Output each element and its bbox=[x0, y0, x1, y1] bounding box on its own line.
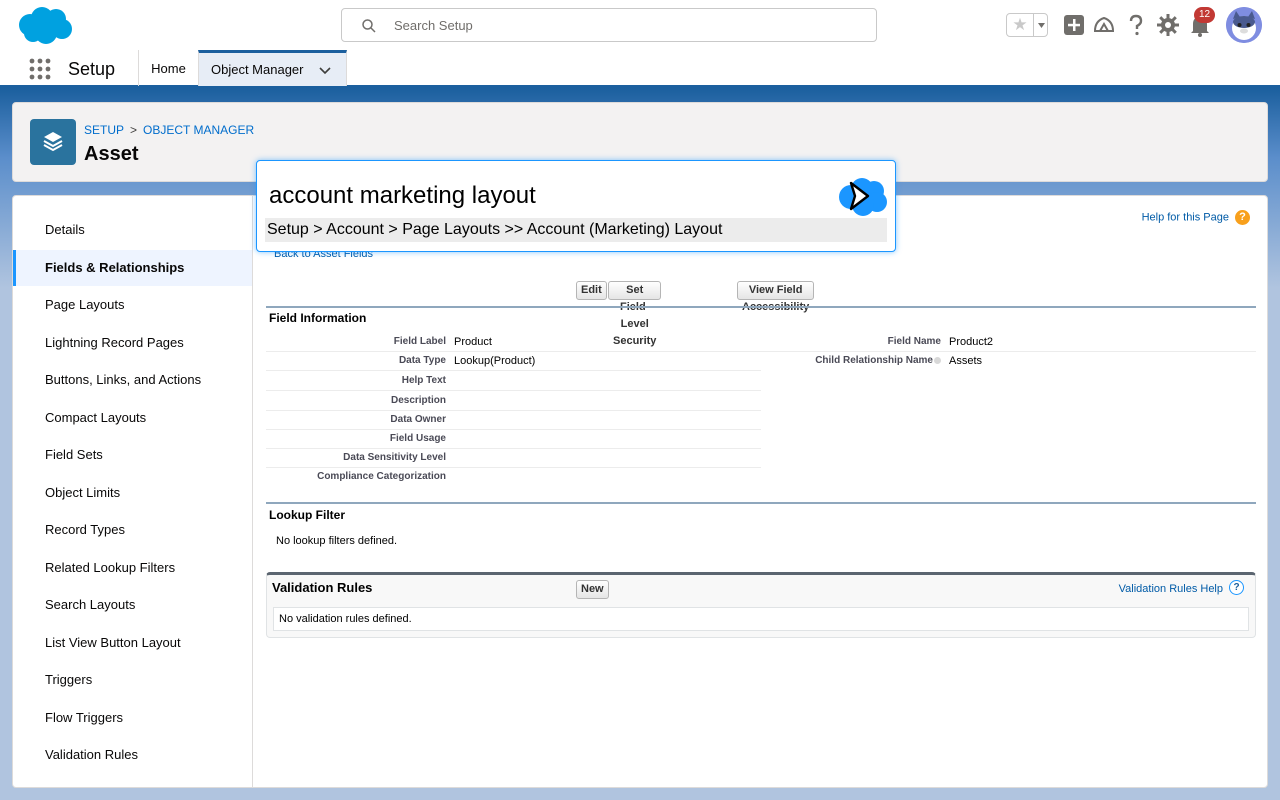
field-detail-content: Help for this Page? Back to Asset Fields… bbox=[254, 196, 1267, 787]
add-icon[interactable] bbox=[1062, 13, 1086, 37]
field-name-label: Field Name bbox=[887, 336, 941, 347]
field-name-value: Product2 bbox=[949, 336, 994, 348]
sidebar-item-related-lookup-filters[interactable]: Related Lookup Filters bbox=[13, 550, 252, 586]
sidebar-item-validation-rules[interactable]: Validation Rules bbox=[13, 737, 252, 773]
data-sensitivity-label: Data Sensitivity Level bbox=[343, 452, 446, 463]
gear-icon[interactable] bbox=[1156, 13, 1180, 37]
field-row-compliance: Compliance Categorization bbox=[266, 468, 761, 487]
field-row-child-relationship: Child Relationship Name Assets bbox=[761, 352, 1256, 371]
app-name: Setup bbox=[68, 59, 116, 79]
sidebar-item-object-limits[interactable]: Object Limits bbox=[13, 475, 252, 511]
tab-object-manager-label: Object Manager bbox=[211, 62, 304, 77]
trailhead-icon[interactable] bbox=[1092, 13, 1116, 37]
field-row-data-sensitivity: Data Sensitivity Level bbox=[266, 449, 761, 468]
notification-badge: 12 bbox=[1194, 7, 1215, 23]
help-icon[interactable] bbox=[1124, 13, 1148, 37]
field-row-data-owner: Data Owner bbox=[266, 411, 761, 430]
validation-rules-title: Validation Rules bbox=[272, 580, 373, 595]
field-row-field-name: Field Name Product2 bbox=[761, 333, 1256, 352]
data-type-value: Lookup(Product) bbox=[454, 355, 536, 367]
user-avatar[interactable] bbox=[1226, 7, 1262, 43]
help-icon[interactable]: ? bbox=[1229, 580, 1244, 595]
lookup-filter-divider bbox=[266, 502, 1256, 504]
search-icon bbox=[362, 19, 376, 33]
sidebar-item-triggers[interactable]: Triggers bbox=[13, 662, 252, 698]
favorites-divider bbox=[1033, 14, 1034, 36]
setup-search-box[interactable] bbox=[341, 8, 877, 42]
context-bar: Setup Home Object Manager bbox=[0, 50, 1280, 88]
compliance-categorization-label: Compliance Categorization bbox=[317, 471, 446, 482]
validation-rules-empty: No validation rules defined. bbox=[273, 607, 1249, 631]
sidebar-item-list-view-button-layout[interactable]: List View Button Layout bbox=[13, 625, 252, 661]
sidebar-item-page-layouts[interactable]: Page Layouts bbox=[13, 287, 252, 323]
view-field-accessibility-button[interactable]: View Field Accessibility bbox=[737, 281, 815, 313]
info-icon[interactable] bbox=[934, 356, 941, 364]
go-arrow-cloud-icon[interactable] bbox=[837, 175, 889, 217]
sidebar-item-details[interactable]: Details bbox=[13, 212, 252, 248]
edit-button[interactable]: Edit bbox=[576, 281, 607, 300]
field-label-label: Field Label bbox=[393, 336, 446, 347]
set-field-level-security-button[interactable]: Set Field-Level Security bbox=[608, 281, 662, 347]
sidebar-item-record-types[interactable]: Record Types bbox=[13, 512, 252, 548]
help-text-label: Help Text bbox=[401, 375, 446, 386]
main-card: Details Fields & Relationships Page Layo… bbox=[12, 195, 1268, 788]
avatar-icon bbox=[1226, 7, 1262, 43]
lookup-filter-empty: No lookup filters defined. bbox=[276, 535, 398, 547]
child-relationship-label-text: Child Relationship Name bbox=[815, 355, 933, 366]
salesforce-cloud-logo[interactable] bbox=[16, 5, 74, 45]
sidebar-item-flow-triggers[interactable]: Flow Triggers bbox=[13, 700, 252, 736]
field-row-help-text: Help Text bbox=[266, 372, 761, 391]
breadcrumb-object-manager[interactable]: OBJECT MANAGER bbox=[143, 123, 254, 137]
sidebar-item-compact-layouts[interactable]: Compact Layouts bbox=[13, 400, 252, 436]
data-owner-label: Data Owner bbox=[390, 414, 446, 425]
field-row-description: Description bbox=[266, 392, 761, 411]
help-for-page-link[interactable]: Help for this Page? bbox=[1142, 210, 1250, 225]
object-icon bbox=[30, 119, 76, 165]
child-relationship-label: Child Relationship Name bbox=[815, 355, 941, 366]
validation-rules-help-link[interactable]: Validation Rules Help bbox=[1119, 583, 1223, 595]
sidebar-item-lightning-record-pages[interactable]: Lightning Record Pages bbox=[13, 325, 252, 361]
child-relationship-value: Assets bbox=[949, 355, 983, 367]
quick-nav-overlay: account marketing layout Setup > Account… bbox=[256, 160, 896, 252]
new-validation-rule-button[interactable]: New bbox=[576, 580, 609, 599]
field-row-field-usage: Field Usage bbox=[266, 430, 761, 449]
help-for-page-label: Help for this Page bbox=[1141, 211, 1229, 224]
overlay-result-item[interactable]: Setup > Account > Page Layouts >> Accoun… bbox=[265, 218, 887, 242]
favorites-group: ★ bbox=[1006, 13, 1048, 37]
app-launcher-icon[interactable] bbox=[29, 58, 51, 80]
tab-object-manager[interactable]: Object Manager bbox=[198, 50, 347, 86]
layers-icon bbox=[43, 132, 63, 152]
field-info-divider bbox=[266, 306, 1256, 308]
field-information-title: Field Information bbox=[269, 311, 367, 325]
breadcrumb: SETUP > OBJECT MANAGER bbox=[84, 123, 254, 137]
breadcrumb-setup[interactable]: SETUP bbox=[84, 123, 124, 137]
breadcrumb-separator: > bbox=[130, 123, 138, 137]
sidebar-item-field-sets[interactable]: Field Sets bbox=[13, 437, 252, 473]
sidebar: Details Fields & Relationships Page Layo… bbox=[13, 196, 253, 787]
tab-home[interactable]: Home bbox=[139, 50, 198, 86]
sidebar-item-buttons-links-actions[interactable]: Buttons, Links, and Actions bbox=[13, 362, 252, 398]
chevron-down-icon[interactable] bbox=[318, 63, 332, 77]
field-usage-label: Field Usage bbox=[389, 433, 446, 444]
sidebar-item-fields-relationships[interactable]: Fields & Relationships bbox=[13, 250, 252, 286]
help-icon: ? bbox=[1235, 210, 1250, 225]
description-label: Description bbox=[390, 395, 446, 406]
lookup-filter-title: Lookup Filter bbox=[269, 508, 345, 522]
field-row-data-type: Data Type Lookup(Product) bbox=[266, 352, 761, 371]
sidebar-item-search-layouts[interactable]: Search Layouts bbox=[13, 587, 252, 623]
validation-rules-section: Validation Rules New Validation Rules He… bbox=[266, 572, 1256, 638]
page-title: Asset bbox=[84, 143, 139, 165]
overlay-query-text[interactable]: account marketing layout bbox=[269, 182, 536, 210]
search-input[interactable] bbox=[394, 15, 854, 35]
field-label-value: Product bbox=[454, 336, 492, 348]
global-header: ★ bbox=[0, 0, 1280, 50]
field-row-field-label: Field Label Product bbox=[266, 333, 761, 352]
favorites-dropdown-icon[interactable] bbox=[1035, 14, 1048, 36]
data-type-label: Data Type bbox=[398, 355, 446, 366]
star-icon[interactable]: ★ bbox=[1009, 15, 1031, 35]
